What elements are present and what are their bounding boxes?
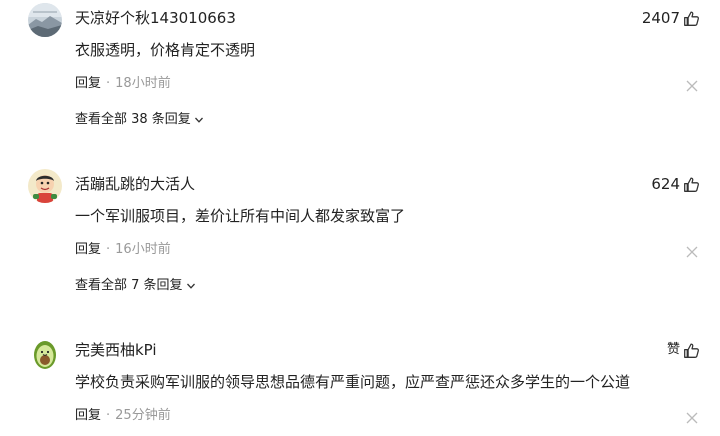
user-avatar[interactable] — [28, 337, 62, 371]
comment-time: 16小时前 — [115, 242, 171, 257]
comment-time: 25分钟前 — [115, 408, 171, 423]
like-count: 624 — [651, 175, 680, 193]
comment-username[interactable]: 天凉好个秋143010663 — [75, 8, 236, 28]
like-label: 赞 — [666, 342, 680, 357]
avocado-avatar-icon — [28, 337, 62, 371]
chevron-down-icon — [186, 283, 195, 289]
comment-item: 天凉好个秋143010663 2407 衣服透明，价格肯定不透明 回复 · 18… — [0, 0, 720, 150]
view-all-replies-label: 查看全部 38 条回复 — [75, 112, 191, 127]
view-all-replies-label: 查看全部 7 条回复 — [75, 278, 183, 293]
comment-text: 学校负责采购军训服的领导思想品德有严重问题，应严查严惩还众多学生的一个公道 — [75, 373, 631, 391]
comment-meta: 回复 · 18小时前 — [75, 75, 171, 93]
reply-button[interactable]: 回复 — [75, 75, 101, 93]
comment-item: 活蹦乱跳的大活人 624 一个军训服项目，差价让所有中间人都发家致富了 回复 ·… — [0, 166, 720, 316]
comment-time: 18小时前 — [115, 76, 171, 91]
thumbs-up-icon — [684, 10, 699, 26]
close-icon[interactable] — [686, 80, 698, 92]
chevron-down-icon — [194, 117, 203, 123]
close-icon[interactable] — [686, 412, 698, 424]
comment-meta: 回复 · 25分钟前 — [75, 407, 171, 425]
cartoon-kid-avatar-icon — [28, 169, 62, 203]
like-button[interactable]: 624 — [651, 174, 700, 194]
thumbs-up-icon — [684, 342, 699, 358]
comment-username[interactable]: 活蹦乱跳的大活人 — [75, 174, 195, 194]
user-avatar[interactable] — [28, 3, 62, 37]
close-icon[interactable] — [686, 246, 698, 258]
reply-button[interactable]: 回复 — [75, 241, 101, 259]
comment-username[interactable]: 完美西柚kPi — [75, 340, 157, 360]
comment-text: 衣服透明，价格肯定不透明 — [75, 41, 256, 59]
user-avatar[interactable] — [28, 169, 62, 203]
separator-dot: · — [106, 242, 111, 257]
landscape-photo-avatar-icon — [28, 3, 62, 37]
comment-text: 一个军训服项目，差价让所有中间人都发家致富了 — [75, 207, 406, 225]
like-button[interactable]: 赞 — [667, 340, 700, 360]
like-count: 2407 — [641, 9, 680, 27]
like-button[interactable]: 2407 — [642, 8, 700, 28]
view-all-replies-button[interactable]: 查看全部 38 条回复 — [75, 111, 204, 129]
thumbs-up-icon — [684, 176, 699, 192]
view-all-replies-button[interactable]: 查看全部 7 条回复 — [75, 277, 196, 295]
comment-meta: 回复 · 16小时前 — [75, 241, 171, 259]
separator-dot: · — [106, 76, 111, 91]
separator-dot: · — [106, 408, 111, 423]
reply-button[interactable]: 回复 — [75, 407, 101, 425]
comment-item: 完美西柚kPi 赞 学校负责采购军训服的领导思想品德有严重问题，应严查严惩还众多… — [0, 332, 720, 436]
